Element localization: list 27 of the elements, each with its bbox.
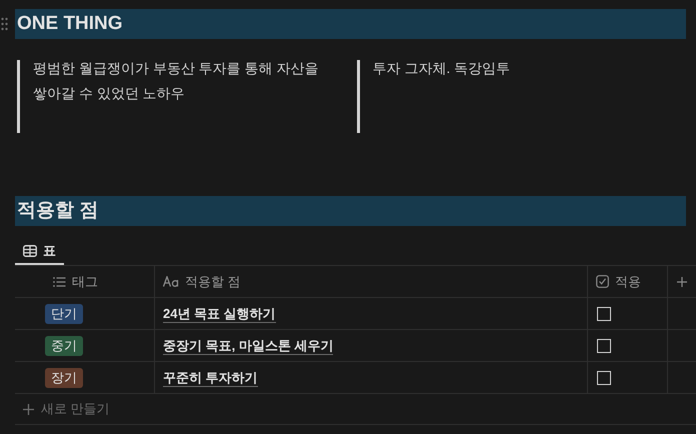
tag-pill: 중기 — [45, 336, 83, 356]
column-label: 적용할 점 — [185, 272, 241, 290]
checkbox-icon — [596, 275, 609, 288]
add-column-icon[interactable] — [677, 276, 687, 286]
column-header[interactable]: 태그 — [15, 266, 155, 297]
row-title[interactable]: 24년 목표 실행하기 — [163, 304, 276, 322]
checkbox[interactable] — [597, 306, 611, 320]
section-heading: ONE THING — [15, 9, 686, 39]
row-title[interactable]: 중장기 목표, 마일스톤 세우기 — [163, 336, 334, 354]
drag-handle-icon[interactable] — [1, 17, 8, 31]
column-header[interactable]: 적용 — [588, 266, 668, 297]
tag-pill: 장기 — [45, 368, 83, 388]
column-label: 적용 — [615, 272, 641, 290]
checkbox[interactable] — [597, 338, 611, 352]
column-label: 태그 — [72, 272, 98, 290]
list-icon — [53, 276, 66, 286]
section-heading: 적용할 점 — [15, 196, 686, 226]
table-icon — [23, 244, 37, 256]
tag-pill: 단기 — [45, 304, 83, 324]
quote-text: 평범한 월급쟁이가 부동산 투자를 통해 자산을 쌓아갈 수 있었던 노하우 — [33, 59, 320, 103]
row-title[interactable]: 꾸준히 투자하기 — [163, 368, 258, 386]
plus-icon — [23, 404, 34, 414]
quote-text: 투자 그자체. 독강임투 — [372, 59, 512, 78]
text-icon — [163, 276, 179, 287]
checkbox[interactable] — [597, 370, 611, 384]
column-header[interactable]: 적용할 점 — [155, 266, 588, 297]
view-tab[interactable]: 표 — [15, 236, 64, 265]
